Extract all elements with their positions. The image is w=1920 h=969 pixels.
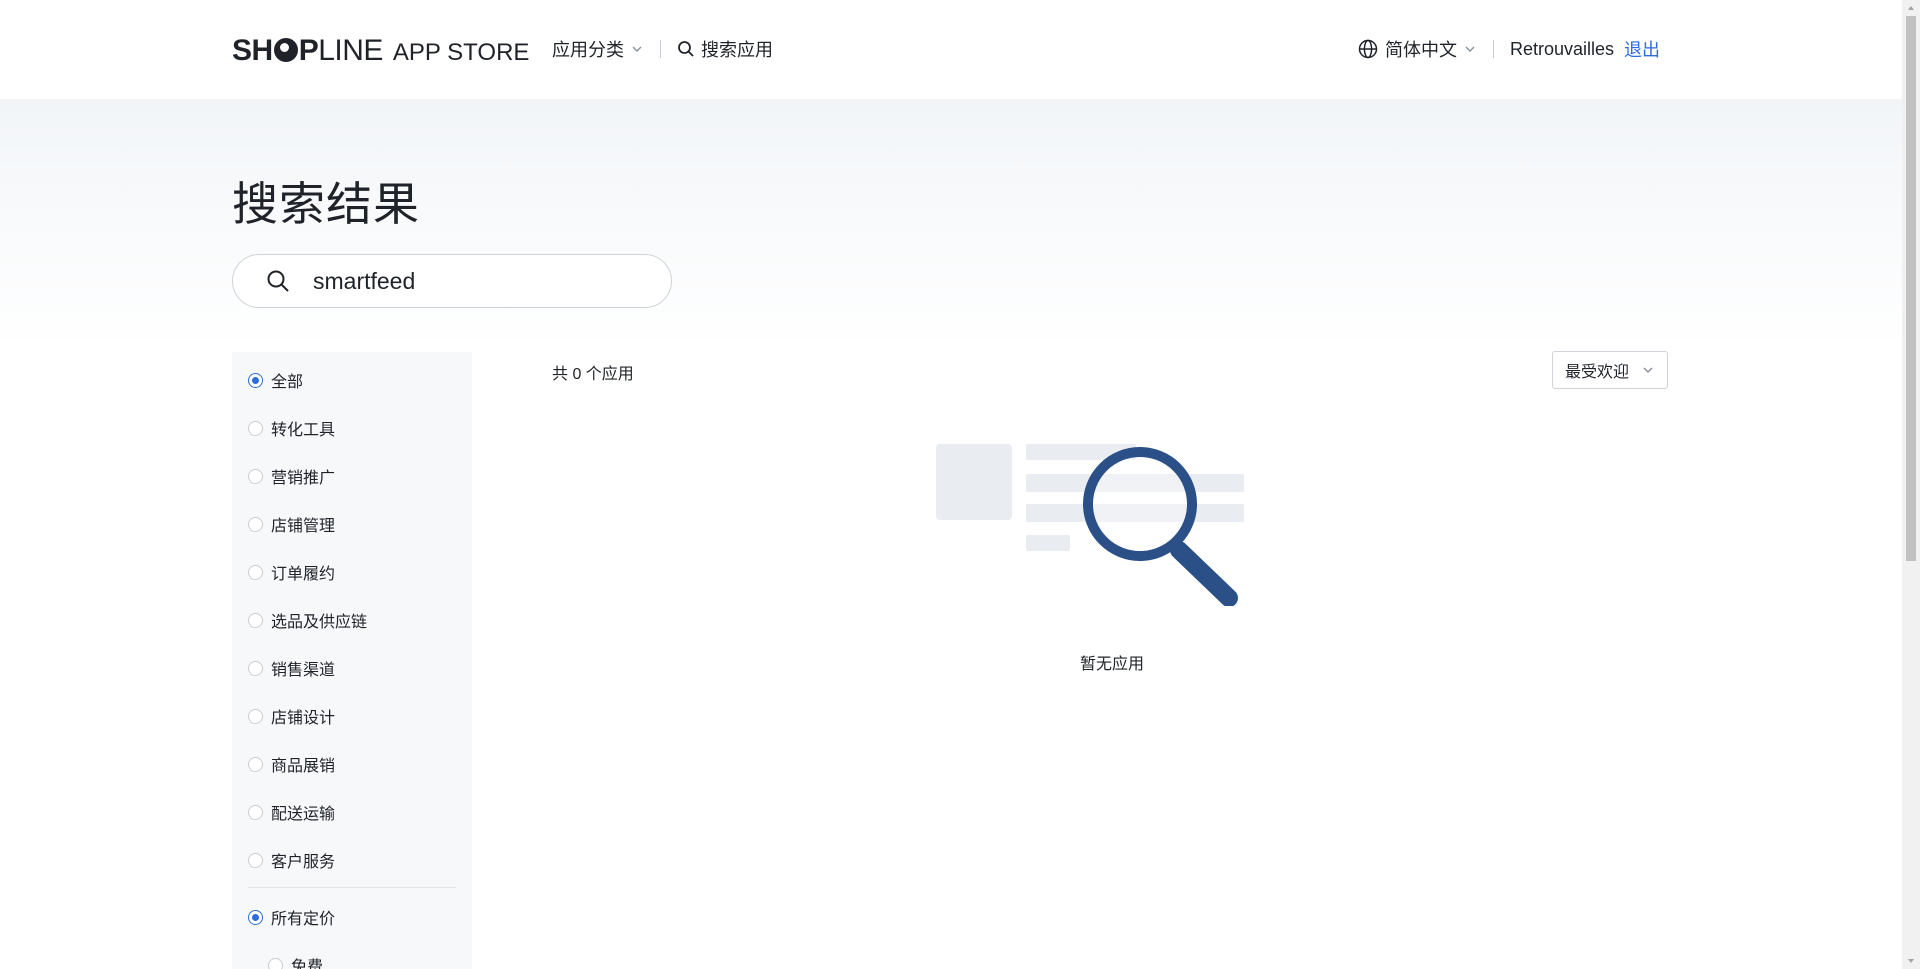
category-label: 店铺设计: [271, 710, 336, 727]
pricing-radio-all[interactable]: 所有定价: [248, 905, 335, 929]
category-radio-fulfillment[interactable]: 订单履约: [248, 560, 335, 584]
sort-dropdown[interactable]: 最受欢迎: [1552, 351, 1668, 389]
nav-divider: [660, 40, 661, 58]
radio-button[interactable]: [248, 756, 263, 772]
radio-button[interactable]: [248, 852, 263, 868]
category-radio-marketing[interactable]: 营销推广: [248, 464, 335, 488]
sort-label: 最受欢迎: [1565, 364, 1630, 381]
pricing-label: 免费: [291, 959, 324, 969]
category-label: 全部: [271, 374, 304, 391]
filter-sidebar: 全部 转化工具 营销推广 店铺管理 订单履约 选品及供应链 销售渠道 店铺设计 …: [232, 352, 472, 969]
nav-app-categories-label: 应用分类: [552, 40, 624, 60]
radio-button[interactable]: [248, 516, 263, 532]
category-label: 转化工具: [271, 422, 336, 439]
search-box[interactable]: [232, 254, 672, 308]
nav-app-categories[interactable]: 应用分类: [552, 36, 644, 62]
chevron-down-icon: [1643, 367, 1653, 373]
header-right: 简体中文 Retrouvailles 退出: [1357, 36, 1660, 62]
scroll-up-arrow-icon[interactable]: [1906, 3, 1916, 13]
radio-button[interactable]: [248, 564, 263, 580]
radio-button[interactable]: [248, 372, 263, 388]
logo-suffix: APP STORE: [392, 39, 530, 66]
category-label: 客户服务: [271, 854, 336, 871]
placeholder-thumbnail: [936, 444, 1012, 520]
magnifier-illustration: [1083, 447, 1238, 606]
nav-search-apps-label: 搜索应用: [701, 40, 773, 60]
category-label: 店铺管理: [271, 518, 336, 535]
logo-brand: SH PLINE: [232, 34, 383, 67]
category-radio-all[interactable]: 全部: [248, 368, 303, 392]
category-radio-store-design[interactable]: 店铺设计: [248, 704, 335, 728]
nav-search-apps[interactable]: 搜索应用: [677, 36, 773, 62]
radio-button[interactable]: [248, 909, 263, 925]
language-selector[interactable]: 简体中文: [1357, 36, 1477, 62]
pricing-radio-free[interactable]: 免费: [268, 953, 323, 969]
empty-state-text: 暂无应用: [1080, 656, 1145, 673]
radio-button[interactable]: [248, 420, 263, 436]
globe-icon: [1358, 39, 1378, 59]
chevron-down-icon: [632, 46, 642, 52]
category-radio-sales-channels[interactable]: 销售渠道: [248, 656, 335, 680]
empty-state-illustration: [936, 444, 1244, 606]
category-radio-shipping[interactable]: 配送运输: [248, 800, 335, 824]
category-radio-sourcing[interactable]: 选品及供应链: [248, 608, 367, 632]
result-count: 共 0 个应用: [552, 366, 634, 383]
page-scrollbar[interactable]: [1902, 0, 1920, 969]
sidebar-divider: [248, 887, 456, 888]
category-label: 商品展销: [271, 758, 336, 775]
category-label: 销售渠道: [271, 662, 336, 679]
radio-button[interactable]: [248, 468, 263, 484]
scroll-down-arrow-icon[interactable]: [1906, 956, 1916, 966]
search-icon: [678, 41, 694, 57]
category-radio-merchandising[interactable]: 商品展销: [248, 752, 335, 776]
shopline-app-store-logo[interactable]: SH PLINE APP STORE: [232, 34, 529, 68]
radio-button[interactable]: [248, 708, 263, 724]
header-divider: [1492, 40, 1494, 58]
language-label: 简体中文: [1384, 40, 1457, 60]
radio-button[interactable]: [248, 804, 263, 820]
category-radio-store-management[interactable]: 店铺管理: [248, 512, 335, 536]
radio-button[interactable]: [268, 957, 283, 969]
radio-button[interactable]: [248, 612, 263, 628]
top-header: SH PLINE APP STORE 应用分类 搜索应用 简体中文 Retrouv…: [0, 0, 1902, 99]
category-label: 配送运输: [271, 806, 336, 823]
category-radio-customer-service[interactable]: 客户服务: [248, 848, 335, 872]
category-label: 选品及供应链: [271, 614, 368, 631]
chevron-down-icon: [1465, 46, 1475, 52]
search-input[interactable]: [313, 267, 643, 295]
placeholder-line: [1026, 535, 1070, 551]
category-label: 营销推广: [271, 470, 336, 487]
search-icon[interactable]: [265, 268, 291, 294]
logo-o-mark-icon: [273, 38, 298, 62]
category-label: 订单履约: [271, 566, 336, 583]
main-nav: 应用分类 搜索应用: [552, 36, 773, 62]
scroll-thumb[interactable]: [1906, 16, 1916, 561]
radio-button[interactable]: [248, 660, 263, 676]
category-radio-conversion[interactable]: 转化工具: [248, 416, 335, 440]
pricing-label: 所有定价: [271, 911, 336, 928]
logout-link[interactable]: 退出: [1624, 36, 1660, 62]
user-name[interactable]: Retrouvailles: [1510, 39, 1614, 60]
page-title: 搜索结果: [232, 178, 420, 230]
